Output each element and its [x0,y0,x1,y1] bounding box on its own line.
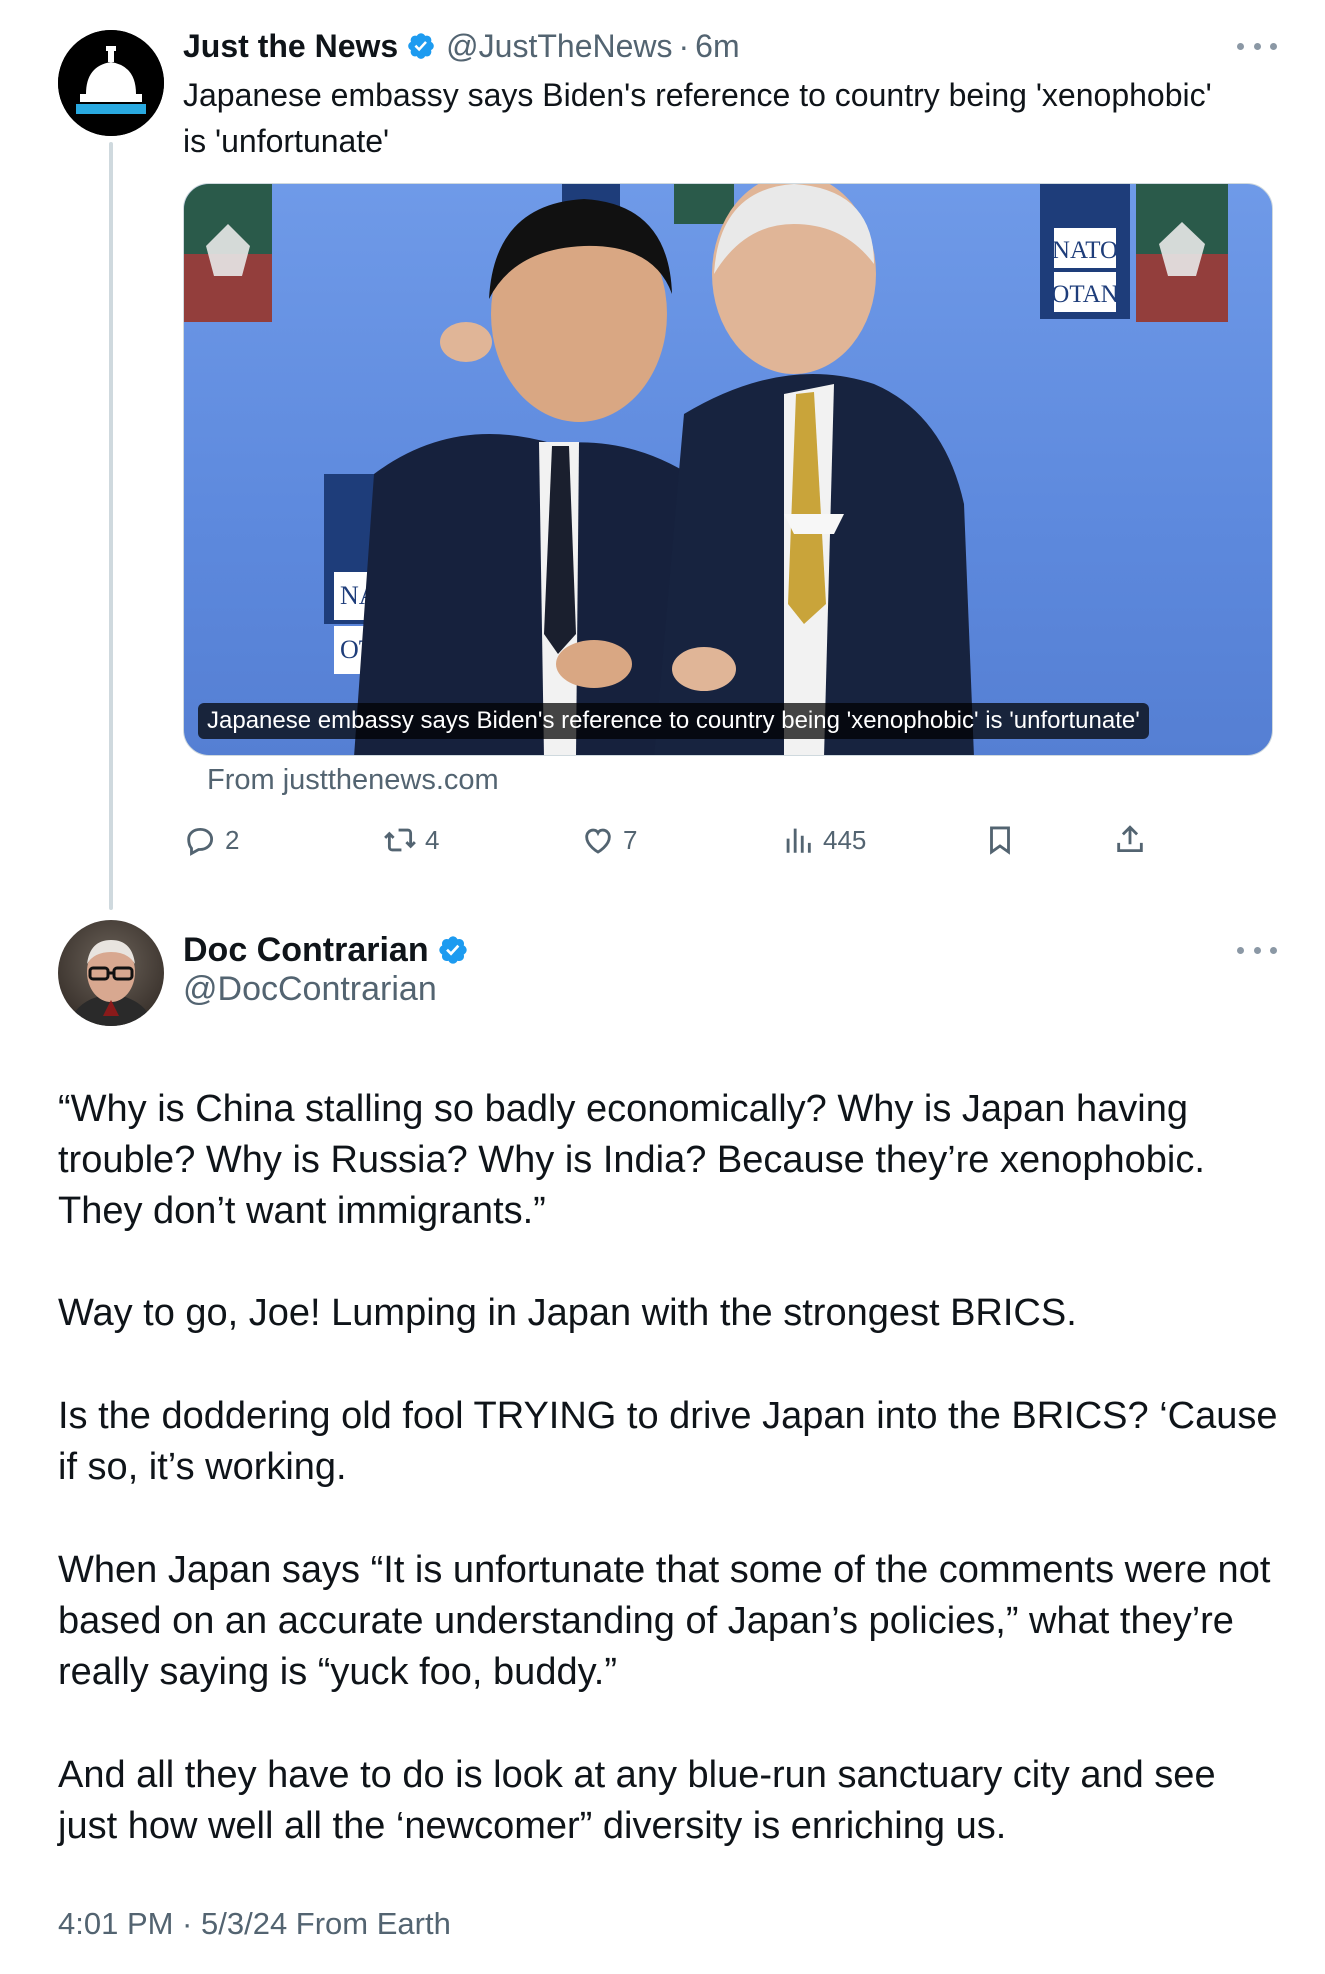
tweet-paragraph: “Why is China stalling so badly economic… [58,1088,1205,1232]
media-photo: NATO OTAN NA OT [184,184,1228,755]
just-the-news-avatar[interactable] [58,30,164,136]
more-dots-icon[interactable] [1237,944,1277,956]
bookmark-button[interactable] [983,812,1025,868]
tweet-paragraph: Is the doddering old fool TRYING to driv… [58,1395,1278,1488]
reply-count: 2 [225,824,240,855]
dot-separator: · [678,27,690,64]
link-card-image[interactable]: NATO OTAN NA OT Japanese embassy says Bi… [183,183,1273,756]
banner-text-otan: OTAN [1051,281,1118,308]
tweet1-action-bar: 2 4 7 445 [183,812,1183,868]
tweet1-header: Just the News @JustTheNews · 6m [183,24,740,68]
thread-connector [109,142,113,910]
tweet-paragraph: And all they have to do is look at any b… [58,1754,1216,1847]
post-time[interactable]: 6m [695,28,739,65]
reply-icon [187,827,214,856]
views-chart-icon [786,828,811,853]
more-dots-icon[interactable] [1237,40,1277,52]
views-button[interactable]: 445 [781,812,866,868]
tweet-paragraph: When Japan says “It is unfortunate that … [58,1549,1271,1693]
author-handle[interactable]: @DocContrarian [183,970,437,1009]
verified-badge-icon [408,33,434,59]
author-name[interactable]: Just the News [183,28,398,65]
like-button[interactable]: 7 [581,812,637,868]
repost-icon [384,828,416,852]
verified-badge-icon [438,936,467,964]
tweet-paragraph: Way to go, Joe! Lumping in Japan with th… [58,1292,1077,1334]
link-source[interactable]: From justthenews.com [207,764,499,797]
capitol-dome-icon [58,30,164,136]
author-name[interactable]: Doc Contrarian [183,931,429,970]
repost-count: 4 [425,824,440,855]
bookmark-icon [990,826,1010,855]
post-timestamp[interactable]: 4:01 PM · 5/3/24 From Earth [58,1906,451,1942]
reply-button[interactable]: 2 [183,812,239,868]
media-caption: Japanese embassy says Biden's reference … [198,703,1149,739]
share-button[interactable] [1113,812,1155,868]
tweet2-header: Doc Contrarian [183,928,479,972]
repost-button[interactable]: 4 [383,812,439,868]
like-count: 7 [623,824,638,855]
profile-photo [68,940,154,1026]
tweet1-text: Japanese embassy says Biden's reference … [183,77,1212,159]
banner-text-nato: NATO [1052,237,1118,264]
views-count: 445 [823,824,867,855]
share-icon [1117,825,1143,853]
author-handle[interactable]: @JustTheNews [446,28,672,65]
heart-icon [585,828,611,854]
doc-contrarian-avatar[interactable] [58,920,164,1026]
